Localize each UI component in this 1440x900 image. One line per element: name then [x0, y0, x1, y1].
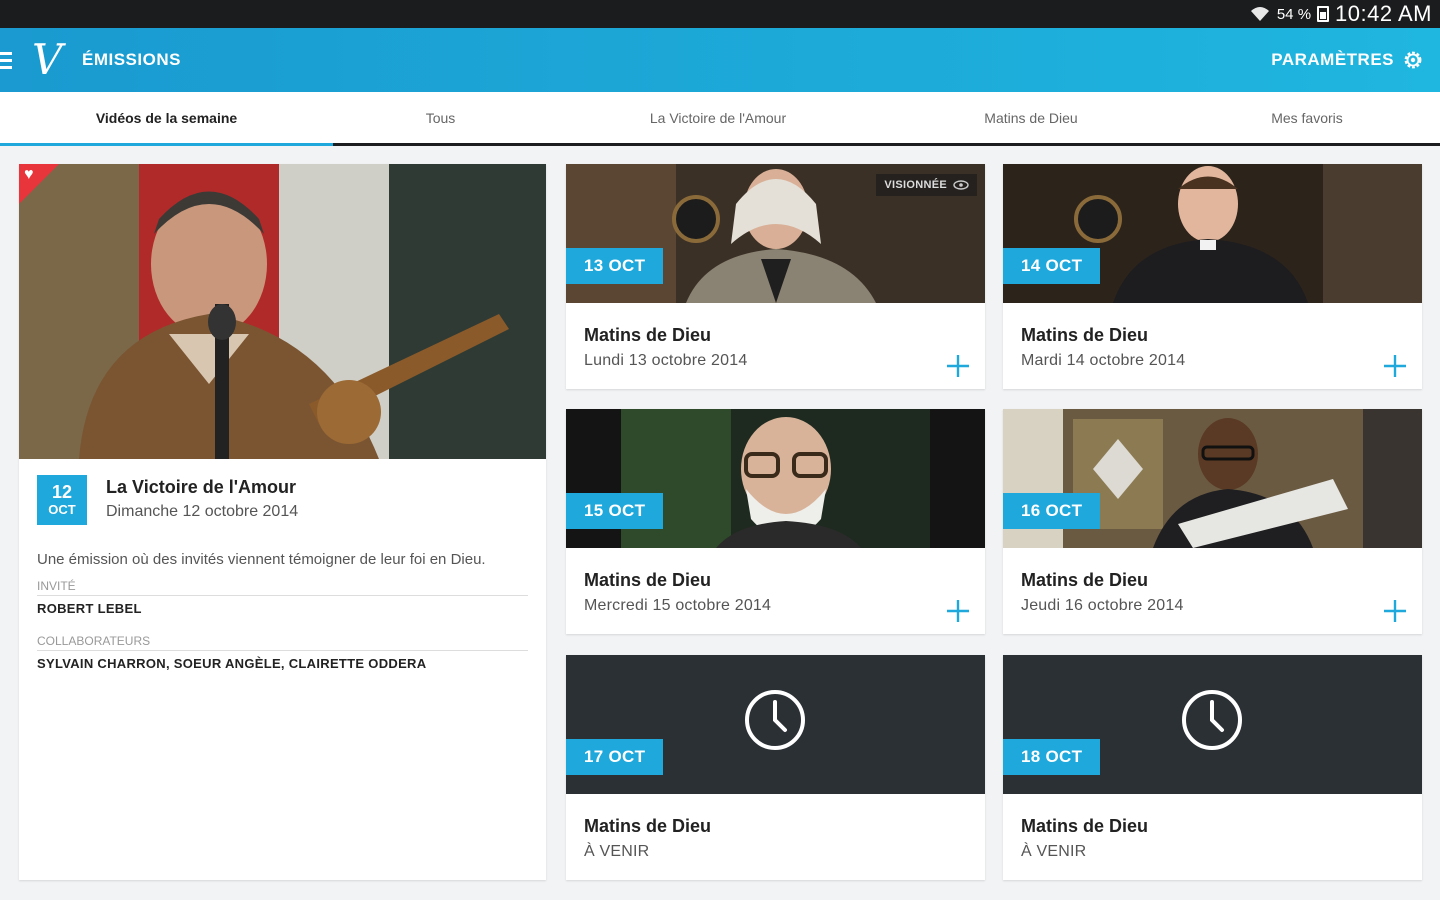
app-logo[interactable]: V: [32, 39, 72, 81]
episode-card[interactable]: 17 OCT Matins de Dieu À VENIR: [566, 655, 985, 880]
add-icon[interactable]: [1382, 353, 1408, 379]
battery-icon: [1317, 6, 1330, 22]
guest-label: INVITÉ: [37, 579, 528, 596]
episode-title: Matins de Dieu: [1021, 325, 1149, 345]
badge-day: 12: [51, 481, 73, 502]
tab-videos-semaine[interactable]: Vidéos de la semaine: [0, 92, 333, 146]
add-icon[interactable]: [945, 598, 971, 624]
clock-time: 10:42 AM: [1335, 1, 1432, 26]
wifi-icon: [1250, 7, 1269, 21]
episode-date-badge: 16 OCT: [1003, 493, 1101, 529]
episode-subtitle: Lundi 13 octobre 2014: [584, 352, 748, 369]
episode-title: Matins de Dieu: [584, 325, 712, 345]
featured-episode-card[interactable]: ♥ 12 OCT La Victoire de l'Amour Dimanche…: [19, 164, 546, 880]
tab-mes-favoris[interactable]: Mes favoris: [1174, 92, 1440, 143]
eye-icon: [953, 180, 969, 190]
tab-bar: Vidéos de la semaine Tous La Victoire de…: [0, 92, 1440, 146]
episode-card[interactable]: 15 OCT Matins de Dieu Mercredi 15 octobr…: [566, 409, 985, 634]
add-icon[interactable]: [945, 353, 971, 379]
heart-icon[interactable]: ♥: [24, 167, 34, 183]
tab-victoire-amour[interactable]: La Victoire de l'Amour: [548, 92, 888, 143]
featured-thumbnail[interactable]: ♥: [19, 164, 546, 459]
episode-card[interactable]: 14 OCT Matins de Dieu Mardi 14 octobre 2…: [1003, 164, 1422, 389]
collaborators-value: SYLVAIN CHARRON, SOEUR ANGÈLE, CLAIRETTE…: [37, 655, 427, 671]
episode-title: Matins de Dieu: [584, 816, 712, 836]
episode-thumbnail[interactable]: 14 OCT: [1003, 164, 1422, 303]
episode-subtitle: Jeudi 16 octobre 2014: [1021, 597, 1184, 614]
episode-date-badge: 18 OCT: [1003, 739, 1101, 775]
app-bar: V ÉMISSIONS PARAMÈTRES: [0, 28, 1440, 92]
clock-icon: [745, 690, 805, 750]
tab-tous[interactable]: Tous: [333, 92, 548, 143]
add-icon[interactable]: [1382, 598, 1408, 624]
battery-percent: 54 %: [1276, 5, 1312, 23]
status-bar: 54 % 10:42 AM: [0, 0, 1440, 28]
episode-date-badge: 14 OCT: [1003, 248, 1101, 284]
settings-button[interactable]: PARAMÈTRES: [1271, 49, 1440, 71]
episode-thumbnail[interactable]: 15 OCT: [566, 409, 985, 548]
date-badge: 12 OCT: [37, 475, 87, 525]
episode-thumbnail[interactable]: VISIONNÉE 13 OCT: [566, 164, 985, 303]
episode-date-badge: 17 OCT: [566, 739, 664, 775]
episode-title: Matins de Dieu: [584, 570, 712, 590]
episode-card[interactable]: 18 OCT Matins de Dieu À VENIR: [1003, 655, 1422, 880]
episode-subtitle: Mercredi 15 octobre 2014: [584, 597, 772, 614]
collaborators-label: COLLABORATEURS: [37, 634, 528, 651]
featured-title: La Victoire de l'Amour: [106, 477, 296, 497]
watched-badge: VISIONNÉE: [876, 174, 977, 196]
clock-icon: [1182, 690, 1242, 750]
episode-thumbnail-upcoming: 17 OCT: [566, 655, 985, 794]
episode-subtitle: À VENIR: [1021, 843, 1087, 860]
watched-label: VISIONNÉE: [884, 179, 947, 191]
episode-thumbnail-upcoming: 18 OCT: [1003, 655, 1422, 794]
episode-card[interactable]: VISIONNÉE 13 OCT Matins de Dieu Lundi 13…: [566, 164, 985, 389]
episode-title: Matins de Dieu: [1021, 816, 1149, 836]
settings-label: PARAMÈTRES: [1271, 50, 1394, 69]
episode-card[interactable]: 16 OCT Matins de Dieu Jeudi 16 octobre 2…: [1003, 409, 1422, 634]
episode-date-badge: 15 OCT: [566, 493, 664, 529]
featured-scene: [19, 164, 546, 459]
page-title: ÉMISSIONS: [82, 50, 181, 69]
badge-month: OCT: [48, 501, 76, 517]
gear-icon: [1404, 51, 1422, 69]
menu-icon[interactable]: [0, 28, 20, 92]
featured-description: Une émission où des invités viennent tém…: [37, 551, 486, 568]
guest-value: ROBERT LEBEL: [37, 600, 142, 616]
episode-subtitle: À VENIR: [584, 843, 650, 860]
tab-matins-dieu[interactable]: Matins de Dieu: [888, 92, 1174, 143]
featured-date: Dimanche 12 octobre 2014: [106, 503, 299, 520]
episode-date-badge: 13 OCT: [566, 248, 664, 284]
episode-thumbnail[interactable]: 16 OCT: [1003, 409, 1422, 548]
episode-subtitle: Mardi 14 octobre 2014: [1021, 352, 1186, 369]
episode-title: Matins de Dieu: [1021, 570, 1149, 590]
